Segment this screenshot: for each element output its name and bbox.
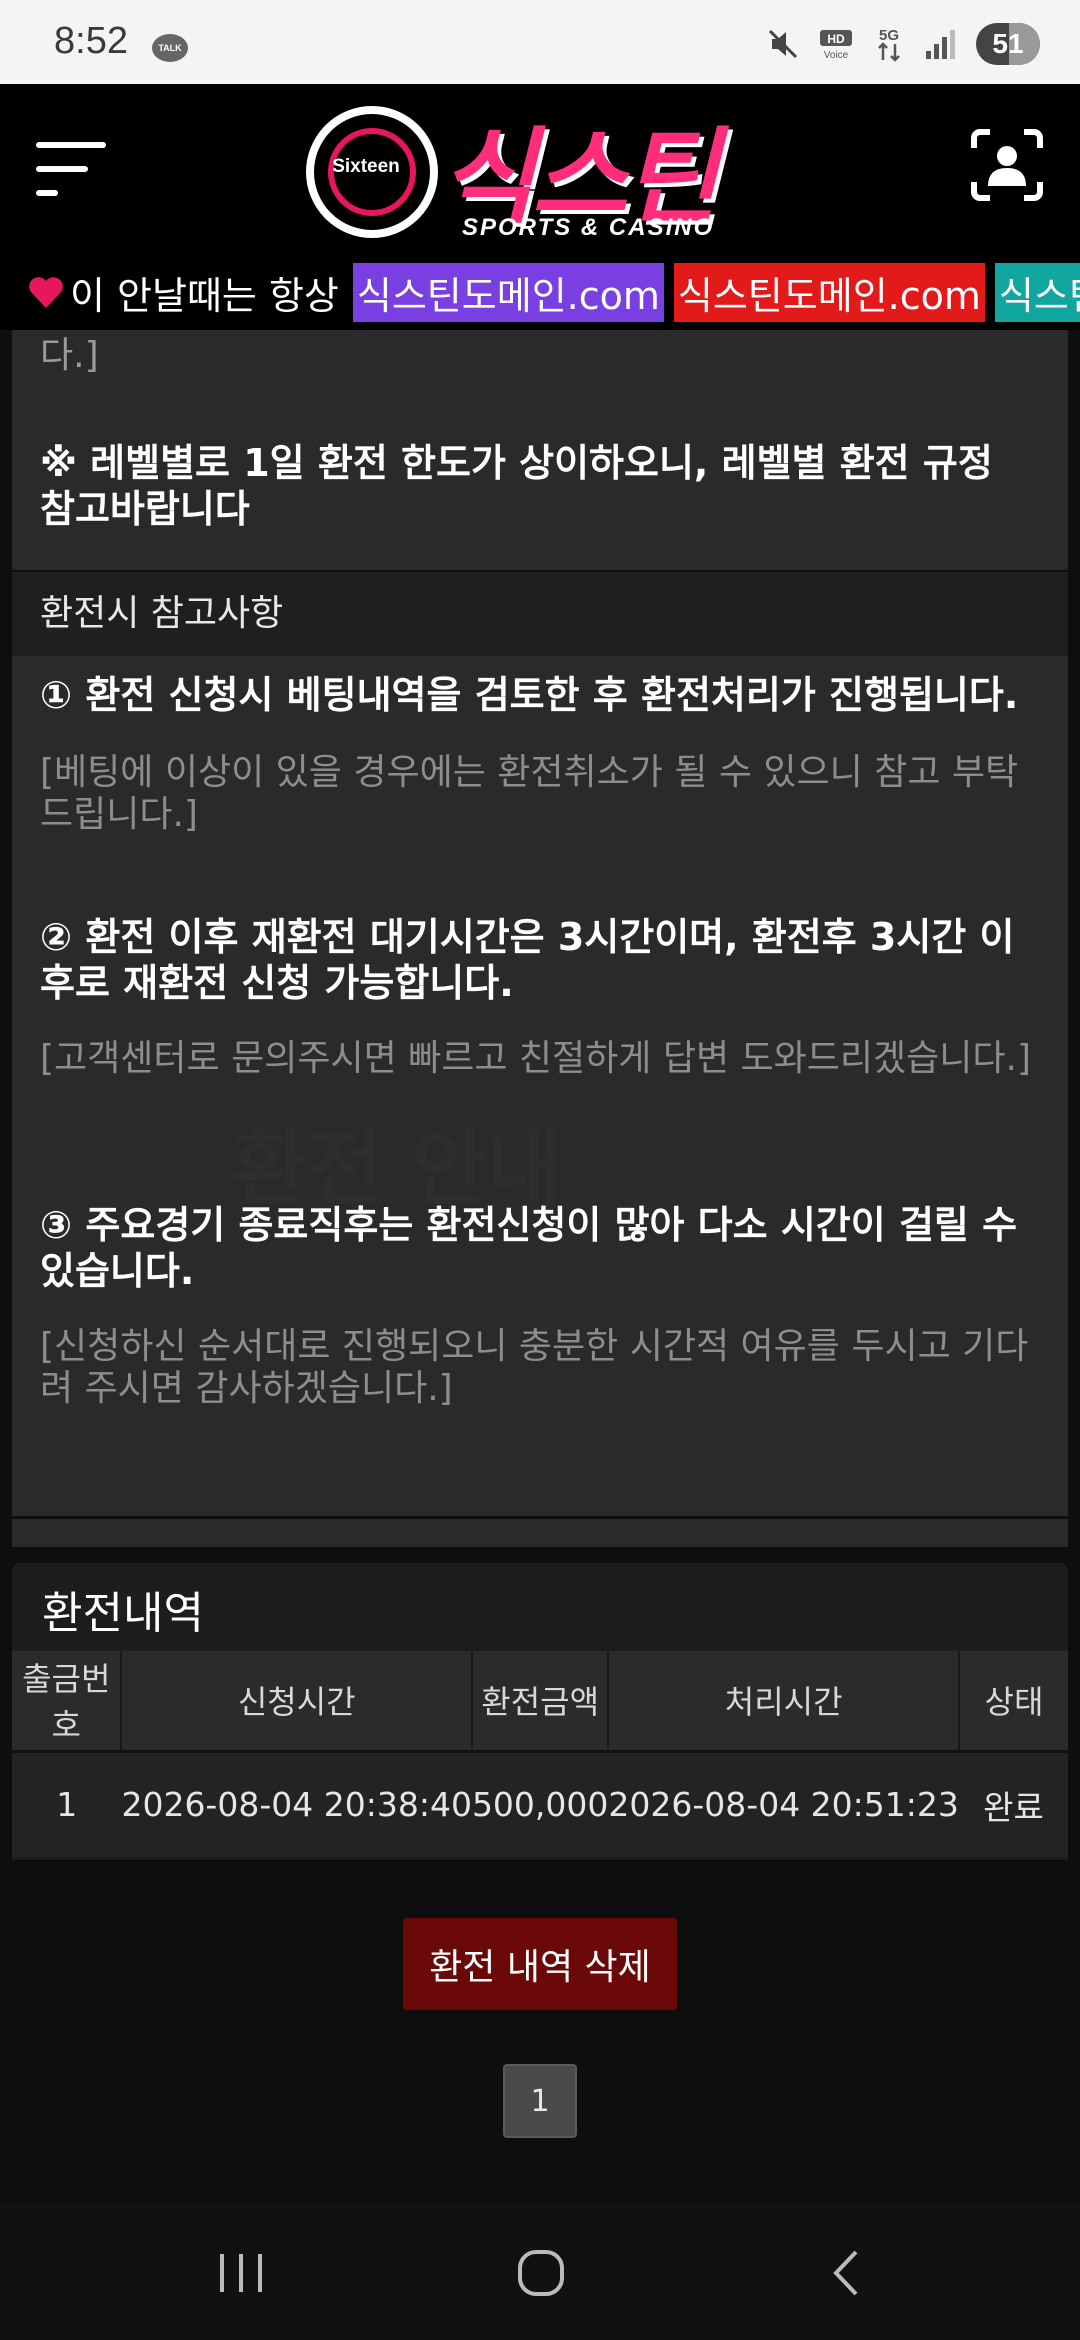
processed-time: 2026-08-04 20:51:23 xyxy=(608,1751,959,1857)
battery-icon: 51 xyxy=(976,23,1040,65)
column-header: 출금번호 xyxy=(12,1651,123,1753)
app-header: Sixteen 식스틴 SPORTS & CASINO xyxy=(0,84,1080,254)
notice-item-detail: [베팅에 이상이 있을 경우에는 환전취소가 될 수 있으니 참고 부탁드립니다… xyxy=(40,752,1019,835)
status-time: 8:52 xyxy=(54,20,128,62)
logo-circle-text: Sixteen xyxy=(332,156,400,177)
logo-subtitle: SPORTS & CASINO xyxy=(462,214,715,241)
system-nav-bar xyxy=(0,2204,1080,2340)
heart-icon xyxy=(29,277,63,308)
home-icon[interactable] xyxy=(516,2248,566,2298)
delete-history-button[interactable]: 환전 내역 삭제 xyxy=(403,1918,677,2010)
hd-voice-icon: HD Voice xyxy=(820,30,852,61)
marquee-ticker[interactable]: 이 안날때는 항상 식스틴도메인.com 식스틴도메인.com 식스틴 xyxy=(0,254,1080,330)
table-row[interactable]: 1 2026-08-04 20:38:40 500,000 2026-08-04… xyxy=(12,1751,1068,1857)
svg-text:5G: 5G xyxy=(879,27,899,44)
back-icon[interactable] xyxy=(826,2248,866,2298)
withdrawal-history-panel: 환전내역 출금번호 신청시간 환전금액 처리시간 상태 1 2026-08-04… xyxy=(12,1563,1068,1860)
notice-item-title: ③ 주요경기 종료직후는 환전신청이 많아 다소 시간이 걸릴 수 있습니다. xyxy=(40,1203,1018,1293)
notice-fragment: 다.] xyxy=(40,335,99,376)
column-header: 상태 xyxy=(958,1651,1068,1753)
notice-item-title: ② 환전 이후 재환전 대기시간은 3시간이며, 환전후 3시간 이후로 재환전… xyxy=(40,915,1015,1005)
signal-icon xyxy=(926,30,955,59)
5g-icon: 5G xyxy=(878,27,900,62)
table-header-row: 출금번호 신청시간 환전금액 처리시간 상태 xyxy=(12,1651,1068,1753)
mute-icon xyxy=(768,29,798,59)
notice-item-title: ① 환전 신청시 베팅내역을 검토한 후 환전처리가 진행됩니다. xyxy=(40,673,1019,717)
history-table: 출금번호 신청시간 환전금액 처리시간 상태 1 2026-08-04 20:3… xyxy=(12,1651,1068,1857)
column-header: 신청시간 xyxy=(121,1651,473,1753)
status-badge: 완료 xyxy=(958,1751,1068,1857)
withdrawal-amount: 500,000 xyxy=(471,1751,609,1857)
menu-icon[interactable] xyxy=(36,134,108,204)
notice-section-title: 환전시 참고사항 xyxy=(12,572,1068,656)
domain-link[interactable]: 식스틴도메인.com xyxy=(673,262,985,322)
site-logo[interactable]: Sixteen 식스틴 SPORTS & CASINO xyxy=(300,102,790,242)
recent-apps-icon[interactable] xyxy=(214,2250,268,2296)
ticker-text: 이 안날때는 항상 xyxy=(70,273,339,318)
history-title: 환전내역 xyxy=(42,1588,204,1639)
column-header: 환전금액 xyxy=(471,1651,610,1753)
withdrawal-notice-panel: 다.] ※ 레벨별로 1일 환전 한도가 상이하오니, 레벨별 환전 규정 참고… xyxy=(12,330,1068,1547)
domain-link[interactable]: 식스틴 xyxy=(994,262,1080,322)
pagination-page-button[interactable]: 1 xyxy=(503,2064,577,2138)
level-limit-note: ※ 레벨별로 1일 환전 한도가 상이하오니, 레벨별 환전 규정 참고바랍니다 xyxy=(40,441,993,531)
divider xyxy=(12,1516,1068,1519)
column-header: 처리시간 xyxy=(608,1651,960,1753)
notice-item-detail: [고객센터로 문의주시면 빠르고 친절하게 답변 도와드리겠습니다.] xyxy=(40,1038,1031,1079)
request-time: 2026-08-04 20:38:40 xyxy=(121,1751,472,1857)
domain-link[interactable]: 식스틴도메인.com xyxy=(352,262,664,322)
notice-item-detail: [신청하신 순서대로 진행되오니 충분한 시간적 여유를 두시고 기다려 주시면… xyxy=(40,1326,1029,1409)
talk-icon: TALK xyxy=(152,34,188,62)
battery-level: 51 xyxy=(992,28,1024,59)
svg-text:HD: HD xyxy=(827,32,845,46)
withdrawal-number: 1 xyxy=(12,1751,122,1857)
profile-scan-icon[interactable] xyxy=(970,128,1044,202)
status-bar: 8:52 TALK HD Voice 5G 51 xyxy=(0,0,1080,84)
svg-text:Voice: Voice xyxy=(824,50,849,61)
